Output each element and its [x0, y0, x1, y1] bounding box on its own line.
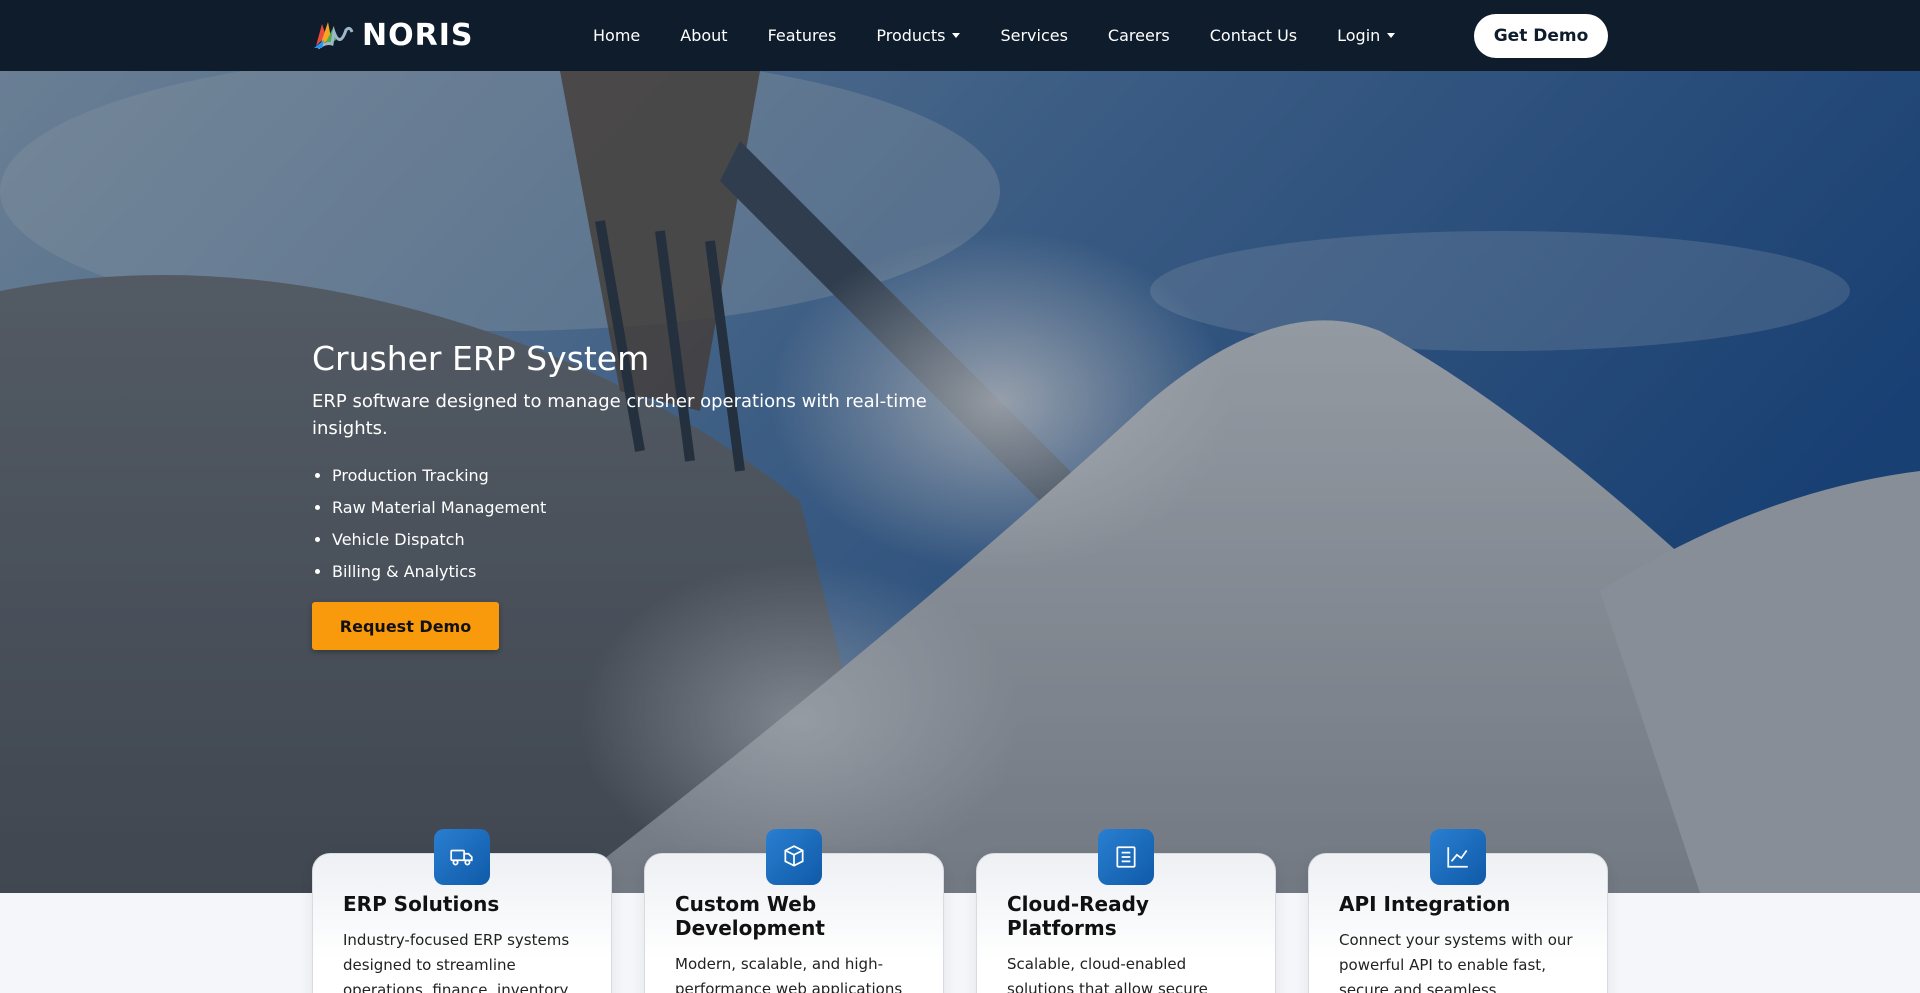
nav-products-label: Products — [876, 26, 946, 45]
nav-home[interactable]: Home — [573, 26, 660, 45]
main-nav: Home About Features Products Services Ca… — [573, 0, 1415, 71]
noris-logo-icon — [314, 22, 354, 50]
services-section-bg — [0, 893, 1920, 993]
card-description: Scalable, cloud-enabled solutions that a… — [1007, 955, 1208, 993]
card-title: ERP Solutions — [343, 892, 500, 916]
nav-services[interactable]: Services — [980, 26, 1087, 45]
nav-about-label: About — [680, 26, 728, 45]
nav-services-label: Services — [1000, 26, 1068, 45]
hero-subtitle: ERP software designed to manage crusher … — [312, 391, 927, 439]
top-navbar: NORIS Home About Features Products Servi… — [0, 0, 1920, 71]
nav-home-label: Home — [593, 26, 641, 45]
card-description: Connect your systems with our powerful A… — [1339, 931, 1573, 993]
nav-products-dropdown[interactable]: Products — [856, 26, 980, 45]
list-item: Vehicle Dispatch — [332, 524, 952, 556]
card-description: Industry-focused ERP systems designed to… — [343, 931, 570, 993]
service-card-web-dev[interactable]: Custom Web Development Modern, scalable,… — [644, 829, 944, 993]
hero-title: Crusher ERP System — [312, 339, 650, 378]
nav-features-label: Features — [767, 26, 837, 45]
list-item: Raw Material Management — [332, 492, 952, 524]
nav-careers[interactable]: Careers — [1088, 26, 1190, 45]
request-demo-button[interactable]: Request Demo — [312, 602, 499, 650]
hero-feature-list: Production Tracking Raw Material Managem… — [312, 460, 952, 588]
list-item: Billing & Analytics — [332, 556, 952, 588]
chart-icon — [1430, 829, 1486, 885]
truck-icon — [434, 829, 490, 885]
brand-name: NORIS — [362, 17, 474, 53]
hero-content: Crusher ERP System ERP software designed… — [312, 339, 952, 650]
nav-login-dropdown[interactable]: Login — [1317, 26, 1415, 45]
get-demo-button[interactable]: Get Demo — [1474, 14, 1608, 58]
card-title: Custom Web Development — [675, 892, 825, 940]
hero-background-image — [0, 71, 1920, 893]
list-item: Production Tracking — [332, 460, 952, 492]
service-card-api[interactable]: API Integration Connect your systems wit… — [1308, 829, 1608, 993]
nav-features[interactable]: Features — [748, 26, 857, 45]
hero-section: Crusher ERP System ERP software designed… — [0, 71, 1920, 893]
caret-down-icon — [952, 33, 961, 38]
box-icon — [766, 829, 822, 885]
card-description: Modern, scalable, and high-performance w… — [675, 955, 903, 993]
document-icon — [1098, 829, 1154, 885]
service-card-erp[interactable]: ERP Solutions Industry-focused ERP syste… — [312, 829, 612, 993]
caret-down-icon — [1387, 33, 1396, 38]
card-title: API Integration — [1339, 892, 1511, 916]
nav-login-label: Login — [1337, 26, 1381, 45]
nav-about[interactable]: About — [660, 26, 747, 45]
nav-contact-us[interactable]: Contact Us — [1190, 26, 1317, 45]
brand-logo-link[interactable]: NORIS — [312, 16, 473, 54]
nav-careers-label: Careers — [1107, 26, 1170, 45]
nav-contact-label: Contact Us — [1209, 26, 1298, 45]
card-title: Cloud-Ready Platforms — [1007, 892, 1149, 940]
service-card-cloud[interactable]: Cloud-Ready Platforms Scalable, cloud-en… — [976, 829, 1276, 993]
